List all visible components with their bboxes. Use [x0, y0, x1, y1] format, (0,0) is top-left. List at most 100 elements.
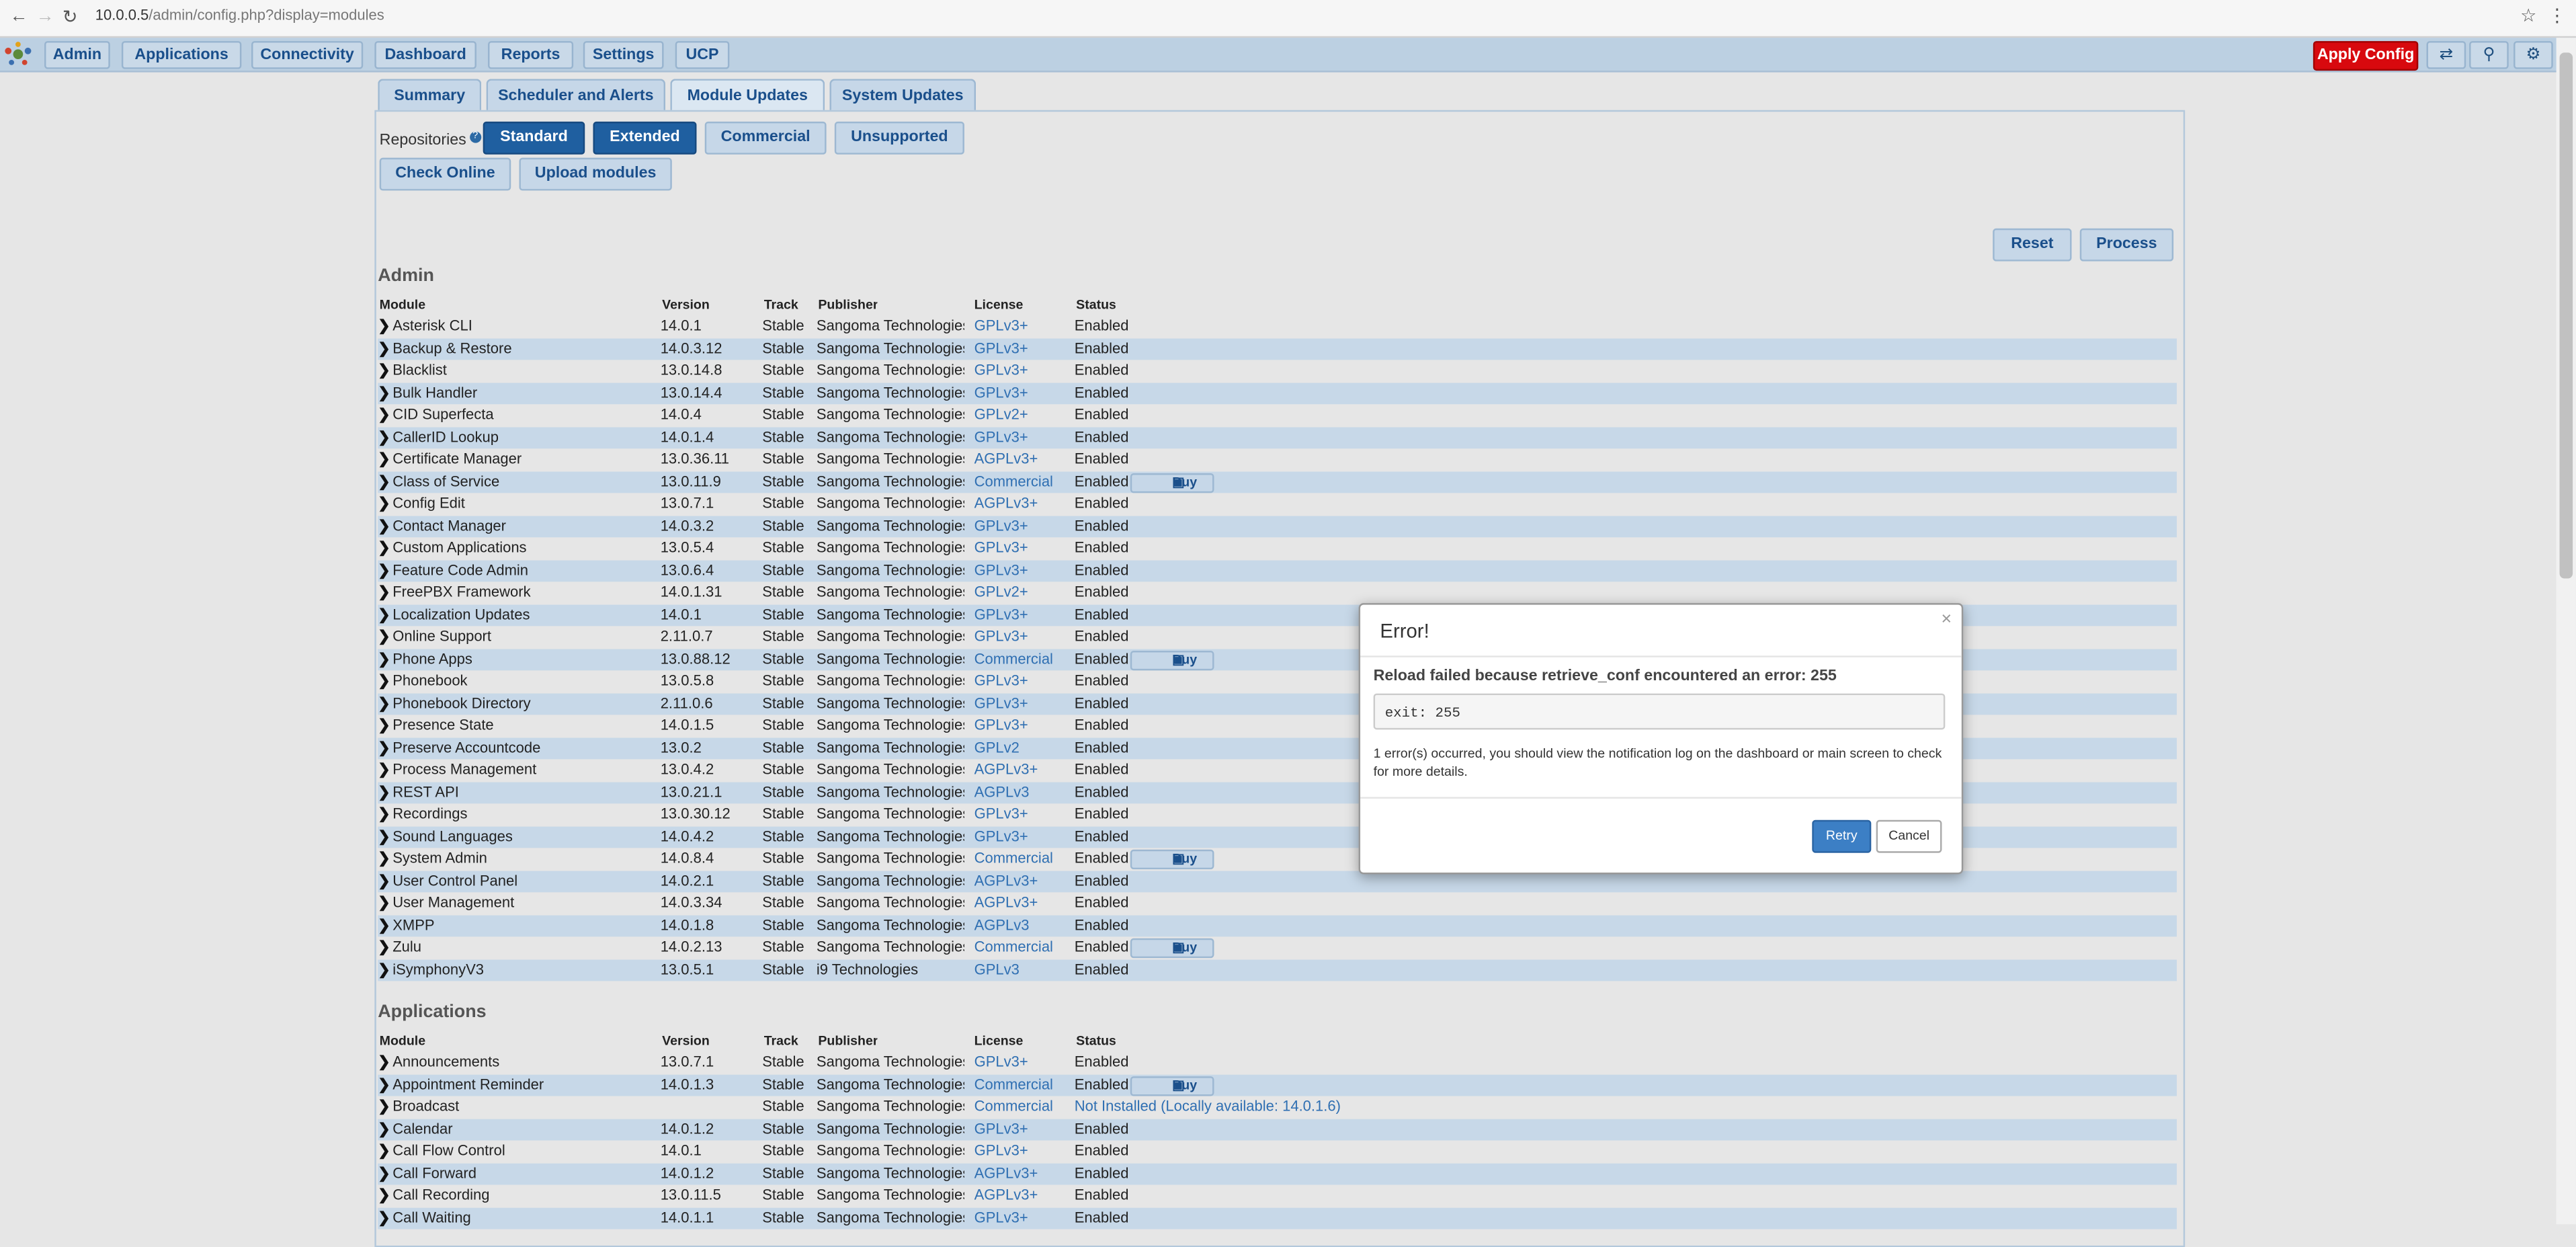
expand-chevron-icon[interactable]: ❯ — [378, 1140, 390, 1162]
expand-chevron-icon[interactable]: ❯ — [378, 914, 390, 936]
tab-scheduler-alerts[interactable]: Scheduler and Alerts — [486, 79, 666, 112]
module-license[interactable]: GPLv3+ — [974, 515, 1073, 537]
module-license[interactable]: GPLv3+ — [974, 537, 1073, 559]
table-row[interactable]: ❯ Custom Applications 13.0.5.4 Stable Sangom… — [378, 537, 2177, 559]
retry-button[interactable]: Retry — [1812, 819, 1872, 853]
check-online-button[interactable]: Check Online — [379, 157, 511, 191]
expand-chevron-icon[interactable]: ❯ — [378, 493, 390, 515]
module-license[interactable]: GPLv3+ — [974, 559, 1073, 581]
expand-chevron-icon[interactable]: ❯ — [378, 337, 390, 360]
module-license[interactable]: Commercial — [974, 936, 1073, 959]
table-row[interactable]: ❯ Call Forward 14.0.1.2 Stable Sangoma Techn… — [378, 1162, 2177, 1185]
expand-chevron-icon[interactable]: ❯ — [378, 1162, 390, 1184]
module-license[interactable]: AGPLv3+ — [974, 892, 1073, 914]
module-license[interactable]: GPLv3+ — [974, 1118, 1073, 1140]
module-license[interactable]: AGPLv3+ — [974, 1184, 1073, 1207]
expand-chevron-icon[interactable]: ❯ — [378, 604, 390, 626]
expand-chevron-icon[interactable]: ❯ — [378, 382, 390, 404]
expand-chevron-icon[interactable]: ❯ — [378, 559, 390, 581]
expand-chevron-icon[interactable]: ❯ — [378, 826, 390, 848]
table-row[interactable]: ❯ Calendar 14.0.1.2 Stable Sangoma Technolog… — [378, 1118, 2177, 1141]
expand-chevron-icon[interactable]: ❯ — [378, 1096, 390, 1118]
tab-system-updates[interactable]: System Updates — [829, 79, 977, 112]
buy-button[interactable]: ▣ Buy — [1130, 472, 1214, 493]
expand-chevron-icon[interactable]: ❯ — [378, 959, 390, 981]
upload-modules-button[interactable]: Upload modules — [519, 157, 672, 191]
module-license[interactable]: GPLv3+ — [974, 692, 1073, 715]
table-row[interactable]: ❯ Announcements 13.0.7.1 Stable Sangoma Tech… — [378, 1051, 2177, 1074]
repo-standard-button[interactable]: Standard — [483, 121, 585, 155]
module-license[interactable]: AGPLv3+ — [974, 493, 1073, 515]
table-row[interactable]: ❯ Certificate Manager 13.0.36.11 Stable Sang… — [378, 448, 2177, 471]
module-license[interactable]: AGPLv3+ — [974, 1162, 1073, 1184]
expand-chevron-icon[interactable]: ❯ — [378, 360, 390, 382]
nav-dashboard[interactable]: Dashboard — [374, 41, 476, 69]
module-license[interactable]: GPLv3+ — [974, 360, 1073, 382]
repo-commercial-button[interactable]: Commercial — [704, 121, 827, 155]
module-license[interactable]: GPLv3+ — [974, 1207, 1073, 1229]
table-row[interactable]: ❯ User Management 14.0.3.34 Stable Sangoma T… — [378, 892, 2177, 914]
expand-chevron-icon[interactable]: ❯ — [378, 670, 390, 692]
expand-chevron-icon[interactable]: ❯ — [378, 715, 390, 737]
table-row[interactable]: ❯ CallerID Lookup 14.0.1.4 Stable Sangoma Te… — [378, 426, 2177, 449]
nav-settings[interactable]: Settings — [583, 41, 664, 69]
expand-chevron-icon[interactable]: ❯ — [378, 737, 390, 759]
browser-menu-icon[interactable]: ⋮ — [2548, 5, 2566, 26]
table-row[interactable]: ❯ XMPP 14.0.1.8 Stable Sangoma Technologies A… — [378, 914, 2177, 937]
module-license[interactable]: GPLv3+ — [974, 604, 1073, 626]
expand-chevron-icon[interactable]: ❯ — [378, 936, 390, 959]
expand-chevron-icon[interactable]: ❯ — [378, 404, 390, 426]
module-license[interactable]: GPLv3+ — [974, 1140, 1073, 1162]
module-license[interactable]: GPLv3 — [974, 959, 1073, 981]
help-icon[interactable]: ? — [469, 131, 481, 143]
expand-chevron-icon[interactable]: ❯ — [378, 471, 390, 493]
module-license[interactable]: GPLv3+ — [974, 426, 1073, 448]
back-icon[interactable]: ← — [10, 7, 28, 26]
expand-chevron-icon[interactable]: ❯ — [378, 781, 390, 803]
reload-icon[interactable]: ↻ — [63, 7, 78, 28]
tab-summary[interactable]: Summary — [378, 79, 482, 112]
table-row[interactable]: ❯ Appointment Reminder 14.0.1.3 Stable Sango… — [378, 1074, 2177, 1096]
table-row[interactable]: ❯ Zulu 14.0.2.13 Stable Sangoma Technologies… — [378, 936, 2177, 959]
bookmark-star-icon[interactable]: ☆ — [2520, 5, 2536, 26]
expand-chevron-icon[interactable]: ❯ — [378, 1207, 390, 1229]
module-license[interactable]: GPLv3+ — [974, 715, 1073, 737]
module-license[interactable]: AGPLv3+ — [974, 759, 1073, 781]
address-bar[interactable]: 10.0.0.5/admin/config.php?display=module… — [95, 7, 384, 23]
module-license[interactable]: GPLv3+ — [974, 337, 1073, 360]
table-row[interactable]: ❯ Call Flow Control 14.0.1 Stable Sangoma Te… — [378, 1140, 2177, 1162]
nav-applications[interactable]: Applications — [121, 41, 242, 69]
module-license[interactable]: GPLv3+ — [974, 1051, 1073, 1074]
gear-icon[interactable]: ⚙ — [2513, 41, 2553, 69]
table-row[interactable]: ❯ Call Waiting 14.0.1.1 Stable Sangoma Techn… — [378, 1207, 2177, 1230]
module-license[interactable]: GPLv2+ — [974, 404, 1073, 426]
expand-chevron-icon[interactable]: ❯ — [378, 1051, 390, 1074]
expand-chevron-icon[interactable]: ❯ — [378, 759, 390, 781]
expand-chevron-icon[interactable]: ❯ — [378, 1074, 390, 1096]
expand-chevron-icon[interactable]: ❯ — [378, 515, 390, 537]
expand-chevron-icon[interactable]: ❯ — [378, 1118, 390, 1140]
table-row[interactable]: ❯ Blacklist 13.0.14.8 Stable Sangoma Technol… — [378, 360, 2177, 382]
language-icon[interactable]: ⇄ — [2426, 41, 2466, 69]
forward-icon[interactable]: → — [36, 7, 54, 26]
expand-chevron-icon[interactable]: ❯ — [378, 848, 390, 870]
buy-button[interactable]: ▣ Buy — [1130, 849, 1214, 870]
module-license[interactable]: GPLv3+ — [974, 315, 1073, 337]
table-row[interactable]: ❯ FreePBX Framework 14.0.1.31 Stable Sangoma… — [378, 581, 2177, 604]
table-row[interactable]: ❯ Class of Service 13.0.11.9 Stable Sangoma … — [378, 471, 2177, 493]
expand-chevron-icon[interactable]: ❯ — [378, 692, 390, 715]
expand-chevron-icon[interactable]: ❯ — [378, 581, 390, 604]
search-icon[interactable]: ⚲ — [2469, 41, 2509, 69]
expand-chevron-icon[interactable]: ❯ — [378, 426, 390, 448]
module-license[interactable]: AGPLv3 — [974, 781, 1073, 803]
module-license[interactable]: GPLv2 — [974, 737, 1073, 759]
module-license[interactable]: Commercial — [974, 1074, 1073, 1096]
expand-chevron-icon[interactable]: ❯ — [378, 803, 390, 826]
buy-button[interactable]: ▣ Buy — [1130, 649, 1214, 670]
freepbx-logo-icon[interactable] — [3, 41, 33, 67]
apply-config-button[interactable]: Apply Config — [2313, 41, 2419, 71]
nav-reports[interactable]: Reports — [488, 41, 574, 69]
module-license[interactable]: Commercial — [974, 848, 1073, 870]
expand-chevron-icon[interactable]: ❯ — [378, 870, 390, 892]
table-row[interactable]: ❯ Asterisk CLI 14.0.1 Stable Sangoma Technol… — [378, 315, 2177, 337]
